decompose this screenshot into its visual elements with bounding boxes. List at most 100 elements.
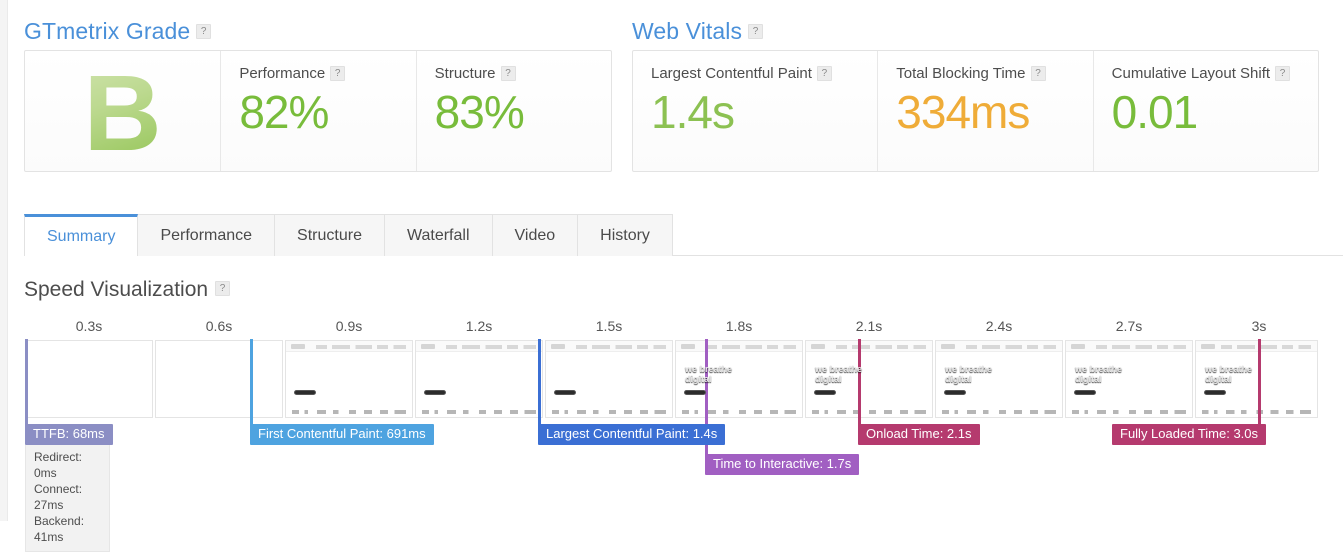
filmstrip-frame[interactable] (25, 340, 153, 418)
frame-footer-strip (1202, 410, 1311, 414)
tab-video-label: Video (514, 226, 556, 244)
filmstrip-frame[interactable] (545, 340, 673, 418)
tbt-help-icon[interactable]: ? (1030, 66, 1046, 81)
frame-cta-pill (944, 389, 966, 395)
frame-screenshot: we breathe digital (1196, 341, 1317, 417)
lcp-cell: Largest Contentful Paint? 1.4s (633, 51, 877, 171)
tick-label: 0.6s (205, 318, 233, 334)
frame-browser-chrome (1196, 341, 1317, 352)
site-nav-strip (1221, 345, 1311, 349)
site-nav-strip (446, 345, 536, 349)
speed-visualization-help-icon[interactable]: ? (215, 281, 231, 296)
filmstrip-frame[interactable]: we breathe digital (1195, 340, 1318, 418)
filmstrip-frame[interactable] (155, 340, 283, 418)
site-nav-strip (706, 345, 796, 349)
filmstrip: we breathe digital we breathe digital we… (25, 340, 1318, 418)
performance-help-icon[interactable]: ? (330, 66, 346, 81)
ttfb-marker-line (25, 339, 28, 425)
frame-footer-strip (292, 410, 406, 414)
tab-performance-label: Performance (160, 226, 253, 244)
frame-footer-strip (942, 410, 1056, 414)
tab-history[interactable]: History (577, 214, 673, 256)
web-vitals-card: Largest Contentful Paint? 1.4s Total Blo… (632, 50, 1319, 172)
tick-label: 0.3s (75, 318, 103, 334)
lcp-label-text: Largest Contentful Paint (651, 65, 812, 82)
tbt-cell: Total Blocking Time? 334ms (877, 51, 1092, 171)
frame-browser-chrome (546, 341, 672, 352)
filmstrip-frame[interactable]: we breathe digital (1065, 340, 1193, 418)
performance-score-cell: Performance? 82% (220, 51, 415, 171)
structure-score-cell: Structure? 83% (415, 51, 611, 171)
gtmetrix-report-summary: GTmetrix Grade? B Performance? 82% Struc… (0, 0, 1343, 552)
largest-contentful-paint-marker-label[interactable]: Largest Contentful Paint: 1.4s (538, 424, 726, 445)
frame-cta-pill (554, 389, 576, 395)
site-logo-icon (1071, 344, 1085, 349)
frame-screenshot (416, 341, 542, 417)
tick-label: 1.2s (465, 318, 493, 334)
tab-history-label: History (600, 226, 650, 244)
frame-browser-chrome (286, 341, 412, 352)
site-nav-strip (316, 345, 406, 349)
site-nav-strip (836, 345, 926, 349)
frame-cta-pill (814, 389, 836, 395)
frame-browser-chrome (936, 341, 1062, 352)
speed-visualization-heading: Speed Visualization? (24, 278, 231, 302)
frame-footer-strip (682, 410, 796, 414)
frame-cta-pill (424, 389, 446, 395)
cls-help-icon[interactable]: ? (1275, 66, 1291, 81)
frame-screenshot: we breathe digital (1066, 341, 1192, 417)
web-vitals-help-icon[interactable]: ? (748, 24, 764, 39)
frame-cta-pill (1204, 389, 1226, 395)
tick-label: 1.8s (725, 318, 753, 334)
cls-value: 0.01 (1111, 86, 1199, 138)
tick-label: 1.5s (595, 318, 623, 334)
grade-letter: B (83, 52, 162, 173)
web-vitals-heading-text: Web Vitals (632, 18, 743, 44)
site-logo-icon (1201, 344, 1215, 349)
tab-structure[interactable]: Structure (274, 214, 385, 256)
lcp-help-icon[interactable]: ? (816, 66, 832, 81)
frame-overlay-text: we breathe digital (685, 363, 733, 384)
structure-score-value: 83% (434, 86, 525, 138)
tick-label: 2.7s (1115, 318, 1143, 334)
tab-performance[interactable]: Performance (137, 214, 276, 256)
web-vitals-heading: Web Vitals? (632, 18, 764, 45)
tick-label: 2.4s (985, 318, 1013, 334)
ttfb-marker-label[interactable]: TTFB: 68ms (25, 424, 113, 445)
cls-cell: Cumulative Layout Shift? 0.01 (1092, 51, 1318, 171)
filmstrip-frame[interactable] (415, 340, 543, 418)
timeline-tick-labels: 0.3s 0.6s 0.9s 1.2s 1.5s 1.8s 2.1s 2.4s … (0, 318, 1343, 338)
tab-video[interactable]: Video (491, 214, 579, 256)
frame-screenshot (286, 341, 412, 417)
time-to-interactive-marker-label[interactable]: Time to Interactive: 1.7s (705, 454, 860, 475)
filmstrip-frame[interactable]: we breathe digital (675, 340, 803, 418)
gtmetrix-grade-help-icon[interactable]: ? (196, 24, 212, 39)
frame-overlay-text: we breathe digital (945, 363, 993, 384)
site-nav-strip (1096, 345, 1186, 349)
frame-screenshot (546, 341, 672, 417)
filmstrip-frame[interactable]: we breathe digital (805, 340, 933, 418)
tab-waterfall[interactable]: Waterfall (383, 214, 493, 256)
site-logo-icon (811, 344, 825, 349)
frame-browser-chrome (676, 341, 802, 352)
frame-cta-pill (684, 389, 706, 395)
frame-screenshot: we breathe digital (806, 341, 932, 417)
site-nav-strip (966, 345, 1056, 349)
tab-summary[interactable]: Summary (24, 214, 139, 257)
gtmetrix-grade-heading-text: GTmetrix Grade (24, 18, 191, 44)
gtmetrix-grade-heading: GTmetrix Grade? (24, 18, 212, 45)
report-tab-bar: Summary Performance Structure Waterfall … (24, 214, 673, 257)
fully-loaded-time-marker-label[interactable]: Fully Loaded Time: 3.0s (1112, 424, 1267, 445)
structure-help-icon[interactable]: ? (500, 66, 516, 81)
filmstrip-frame[interactable] (285, 340, 413, 418)
speed-visualization-heading-text: Speed Visualization (24, 278, 209, 301)
performance-score-value: 82% (239, 86, 329, 138)
tbt-label-text: Total Blocking Time (896, 65, 1026, 82)
structure-score-label-text: Structure (434, 65, 496, 82)
onload-time-marker-label[interactable]: Onload Time: 2.1s (858, 424, 980, 445)
first-contentful-paint-marker-label[interactable]: First Contentful Paint: 691ms (250, 424, 434, 445)
frame-screenshot: we breathe digital (936, 341, 1062, 417)
frame-browser-chrome (806, 341, 932, 352)
filmstrip-frame[interactable]: we breathe digital (935, 340, 1063, 418)
structure-score-label: Structure? (435, 65, 593, 82)
